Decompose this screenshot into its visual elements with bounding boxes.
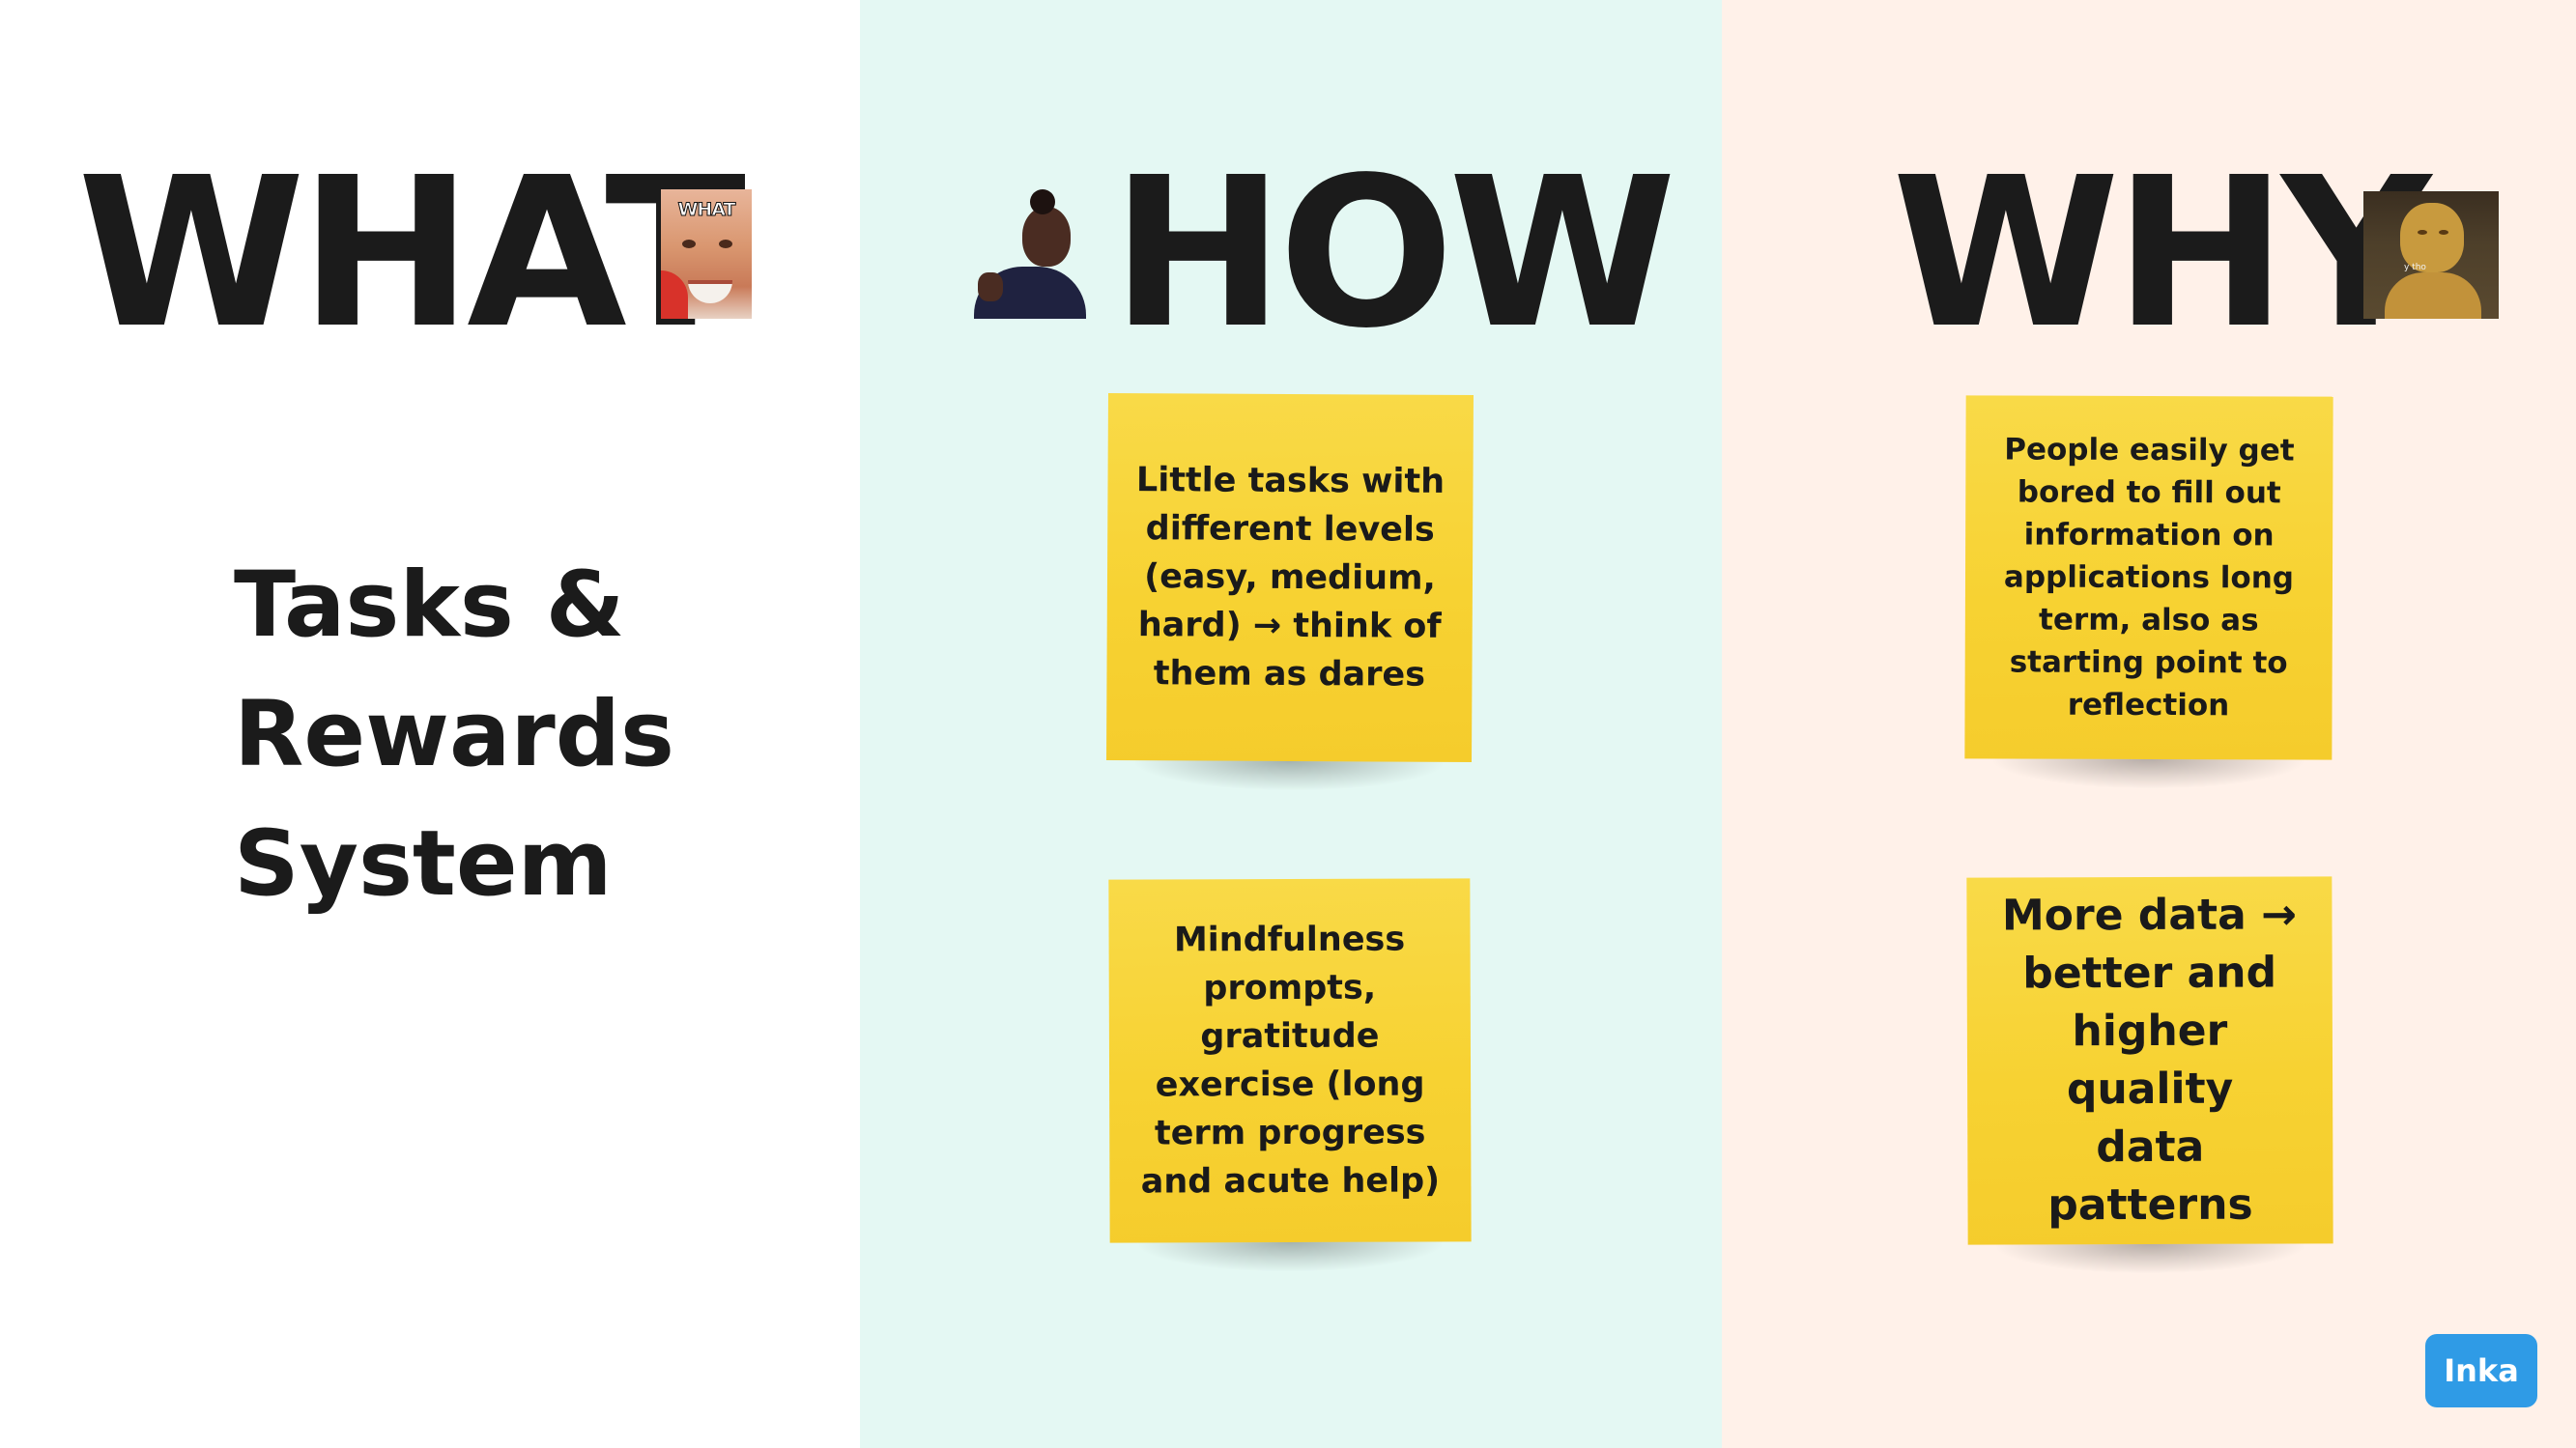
- sticker-hair-bun: [1030, 189, 1055, 214]
- sticker-eye-right: [2439, 230, 2448, 235]
- what-sticker-caption: WHAT: [677, 199, 736, 221]
- sticky-note-text: Mindfulness prompts, gratitude exercise …: [1140, 920, 1441, 1202]
- sticky-note-why-data[interactable]: More data → better and higher quality da…: [1966, 876, 2333, 1245]
- sticker-red-accent: [661, 270, 688, 319]
- sticker-head: [1022, 207, 1071, 267]
- collaborator-name: Inka: [2444, 1352, 2519, 1389]
- sticky-note-why-boredom[interactable]: People easily get bored to fill out info…: [1964, 395, 2333, 760]
- sticker-eye-left: [682, 240, 696, 248]
- sticker-torso: [2385, 272, 2481, 319]
- what-heading: WHAT: [77, 133, 746, 374]
- what-line: Tasks &: [234, 553, 625, 658]
- why-heading: WHY: [1892, 133, 2431, 374]
- sticky-note-how-tasks[interactable]: Little tasks with different levels (easy…: [1106, 393, 1474, 762]
- sticker-eye-right: [719, 240, 732, 248]
- sticky-note-how-mindfulness[interactable]: Mindfulness prompts, gratitude exercise …: [1108, 878, 1472, 1243]
- what-description: Tasks & Rewards System: [234, 541, 775, 929]
- sticker-hand: [978, 272, 1003, 301]
- what-line: Rewards: [234, 682, 675, 787]
- sticky-note-text: People easily get bored to fill out info…: [2003, 432, 2295, 724]
- sticker-mouth: [688, 280, 732, 303]
- sticky-note-text: More data → better and higher quality da…: [2001, 890, 2298, 1231]
- collaborator-badge-inka[interactable]: Inka: [2425, 1334, 2537, 1407]
- how-heading: HOW: [1111, 133, 1676, 374]
- sticky-note-text: Little tasks with different levels (easy…: [1135, 461, 1445, 695]
- what-line: System: [234, 811, 613, 917]
- why-sticker-caption: y tho: [2404, 263, 2426, 272]
- why-sticker[interactable]: y tho: [2363, 191, 2499, 319]
- what-sticker[interactable]: WHAT: [661, 189, 752, 319]
- sticker-eye-left: [2418, 230, 2427, 235]
- how-sticker[interactable]: [970, 184, 1086, 319]
